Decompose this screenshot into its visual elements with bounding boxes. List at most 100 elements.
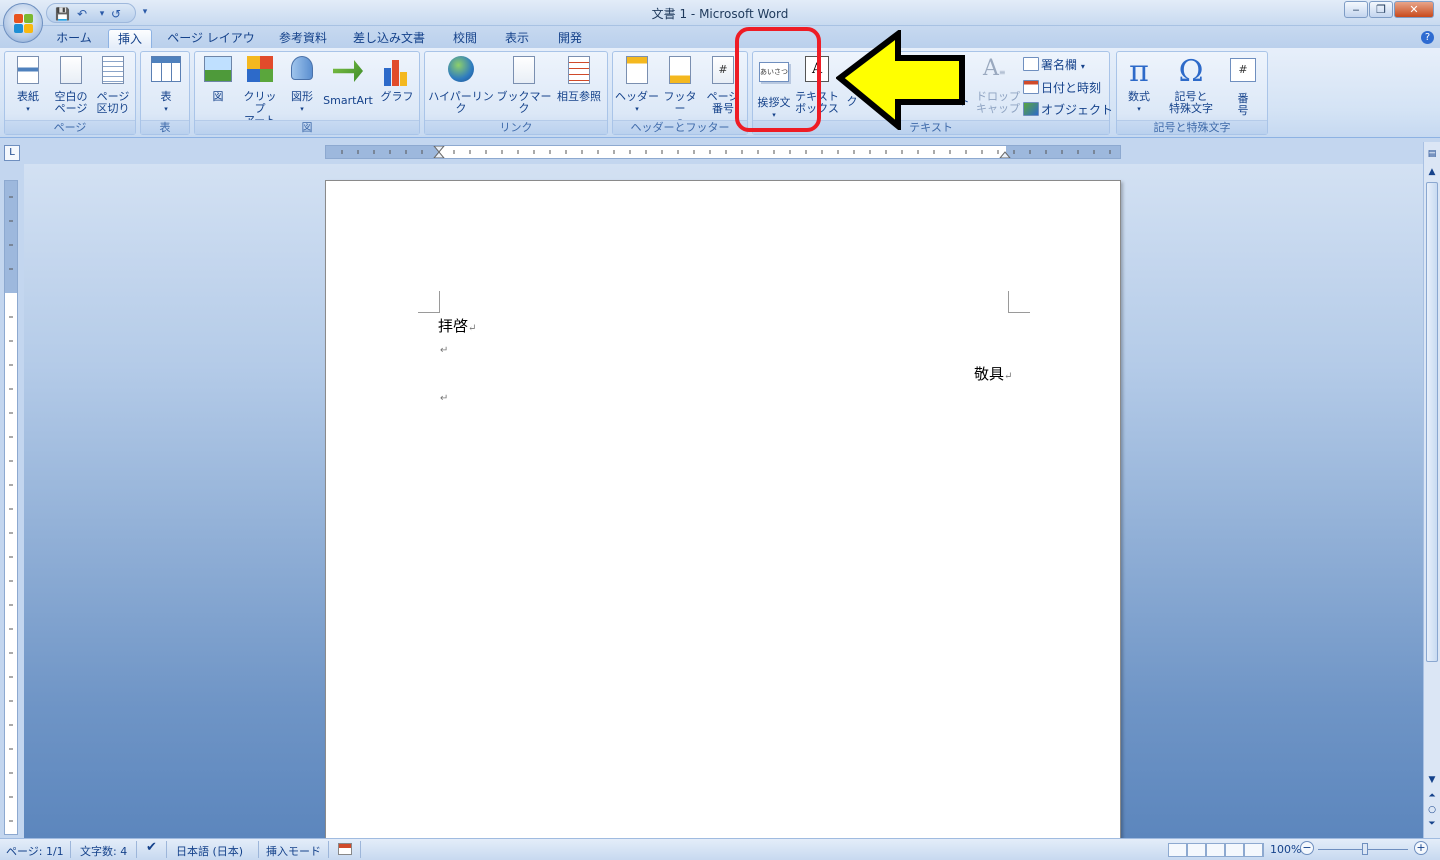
group-header-footer: ヘッダー ▾ フッター ▾ # ページ 番号 ヘッダーとフッター	[612, 51, 748, 135]
scroll-down-arrow-icon[interactable]: ▼	[1426, 774, 1438, 786]
table-button[interactable]: 表 ▾	[147, 56, 185, 115]
tab-view[interactable]: 表示	[496, 29, 538, 48]
group-label-symbols: 記号と特殊文字	[1117, 120, 1267, 134]
scrollbar-thumb[interactable]	[1426, 182, 1438, 662]
vertical-scrollbar[interactable]: ▤ ▲ ▼ ⏶ ○ ⏷	[1423, 142, 1440, 838]
object-button[interactable]: オブジェクト ▾	[1023, 101, 1121, 118]
paragraph-mark: ↵	[440, 393, 449, 404]
globe-icon	[448, 56, 474, 82]
group-illustrations: 図 クリップ アート 図形 ▾ SmartArt グラフ 図	[194, 51, 420, 135]
view-buttons[interactable]	[1168, 843, 1264, 857]
bookmark-button[interactable]: ブックマーク	[495, 56, 553, 115]
close-button[interactable]: ✕	[1394, 1, 1434, 18]
table-label: 表	[160, 90, 172, 103]
equation-button[interactable]: π 数式 ▾	[1121, 56, 1157, 115]
tab-review[interactable]: 校閲	[442, 29, 488, 48]
zoom-slider-thumb[interactable]	[1362, 843, 1368, 855]
cross-reference-button[interactable]: 相互参照	[553, 56, 605, 103]
cross-reference-label: 相互参照	[557, 90, 601, 103]
header-button[interactable]: ヘッダー ▾	[615, 56, 659, 115]
object-icon	[1023, 102, 1039, 116]
vertical-ruler[interactable]	[4, 180, 18, 835]
number-label-2: 号	[1237, 104, 1249, 117]
date-time-button[interactable]: 日付と時刻	[1023, 79, 1101, 96]
next-page-icon[interactable]: ⏷	[1426, 818, 1438, 830]
tab-page-layout[interactable]: ページ レイアウト	[162, 29, 260, 64]
undo-icon[interactable]: ↶	[75, 7, 89, 21]
text-line-keigu[interactable]: 敬具↵	[974, 363, 1012, 384]
picture-button[interactable]: 図	[199, 56, 237, 103]
minimize-button[interactable]: ‒	[1344, 1, 1368, 18]
redo-icon[interactable]: ↺	[109, 7, 123, 21]
ruler-ticks	[341, 146, 1111, 158]
hyperlink-button[interactable]: ハイパーリンク	[427, 56, 495, 115]
paragraph-mark: ↵	[440, 345, 449, 356]
tab-mailings[interactable]: 差し込み文書	[346, 29, 432, 48]
zoom-in-icon[interactable]: +	[1414, 841, 1428, 855]
macro-record-icon[interactable]	[338, 843, 352, 855]
table-icon	[151, 56, 181, 82]
undo-dropdown-icon[interactable]: ▾	[95, 7, 109, 21]
status-word-count[interactable]: 文字数: 4	[80, 843, 127, 859]
browse-object-icon[interactable]: ○	[1426, 804, 1438, 816]
smartart-button[interactable]: SmartArt	[323, 56, 373, 107]
cover-page-label: 表紙	[17, 90, 39, 103]
tab-developer[interactable]: 開発	[548, 29, 592, 48]
page-break-label-2: 区切り	[96, 102, 130, 115]
maximize-button[interactable]: ❐	[1369, 1, 1393, 18]
group-label-illustrations: 図	[195, 120, 419, 134]
blank-page-label-2: ページ	[54, 102, 88, 115]
previous-page-icon[interactable]: ⏶	[1426, 790, 1438, 802]
ribbon: 表紙 ▾ 空白の ページ ページ 区切り ページ 表 ▾ 表 図 クリップ 図形…	[0, 48, 1440, 138]
document-page[interactable]: 拝啓↵ ↵ 敬具↵ ↵	[325, 180, 1121, 860]
window-title: 文書 1 - Microsoft Word	[651, 7, 789, 21]
zoom-out-icon[interactable]: −	[1300, 841, 1314, 855]
status-language[interactable]: 日本語 (日本)	[176, 843, 243, 859]
zoom-level[interactable]: 100%	[1270, 843, 1301, 856]
page-break-button[interactable]: ページ 区切り	[93, 56, 133, 115]
blank-page-button[interactable]: 空白の ページ	[49, 56, 93, 115]
group-symbols: π 数式 ▾ Ω 記号と 特殊文字 # 番 号 記号と特殊文字	[1116, 51, 1268, 135]
help-icon[interactable]: ?	[1421, 31, 1434, 44]
save-icon[interactable]: 💾	[55, 7, 70, 21]
symbol-button[interactable]: Ω 記号と 特殊文字	[1161, 56, 1221, 115]
vertical-ruler-ticks	[9, 196, 13, 822]
picture-label: 図	[212, 90, 224, 103]
group-table: 表 ▾ 表	[140, 51, 190, 135]
tab-selector[interactable]: L	[4, 145, 20, 161]
tab-home[interactable]: ホーム	[48, 29, 100, 48]
footer-button[interactable]: フッター ▾	[659, 56, 701, 127]
symbol-label-2: 特殊文字	[1169, 102, 1213, 115]
ribbon-tab-bar: ホーム 挿入 ページ レイアウト 参考資料 差し込み文書 校閲 表示 開発 ?	[0, 26, 1440, 64]
ruler-toggle-icon[interactable]: ▤	[1426, 148, 1438, 160]
cover-page-button[interactable]: 表紙 ▾	[9, 56, 47, 115]
customize-qat-icon[interactable]: ▾	[138, 5, 152, 19]
highlight-box	[735, 27, 821, 132]
dropcap-icon: A≡	[983, 56, 1006, 81]
horizontal-ruler[interactable]	[325, 145, 1121, 159]
signature-line-button[interactable]: 署名欄 ▾	[1023, 56, 1085, 73]
dropcap-button[interactable]: A≡ ドロップ キャップ	[975, 56, 1021, 115]
tab-references[interactable]: 参考資料	[270, 29, 336, 48]
footer-icon	[669, 56, 691, 84]
chart-button[interactable]: グラフ	[377, 56, 417, 103]
clipart-label-1: クリップ	[243, 90, 277, 115]
status-insert-mode[interactable]: 挿入モード	[266, 843, 321, 859]
signature-label: 署名欄	[1041, 58, 1078, 72]
group-pages: 表紙 ▾ 空白の ページ ページ 区切り ページ	[4, 51, 136, 135]
smartart-label: SmartArt	[323, 94, 373, 107]
status-page[interactable]: ページ: 1/1	[6, 843, 64, 859]
office-button[interactable]	[3, 3, 43, 43]
scroll-up-arrow-icon[interactable]: ▲	[1426, 166, 1438, 178]
window-controls: ‒ ❐ ✕	[1343, 1, 1434, 18]
office-logo-icon	[14, 14, 34, 34]
number-button[interactable]: # 番 号	[1225, 56, 1261, 117]
shapes-button[interactable]: 図形 ▾	[283, 56, 321, 115]
tab-insert[interactable]: 挿入	[108, 29, 152, 48]
clipart-button[interactable]: クリップ アート	[239, 56, 281, 127]
spellcheck-icon[interactable]: ✔	[146, 840, 157, 855]
header-icon	[626, 56, 648, 84]
pointer-arrow-icon	[836, 30, 965, 130]
text-line-haikei[interactable]: 拝啓↵	[438, 315, 476, 336]
omega-icon: Ω	[1178, 54, 1204, 89]
